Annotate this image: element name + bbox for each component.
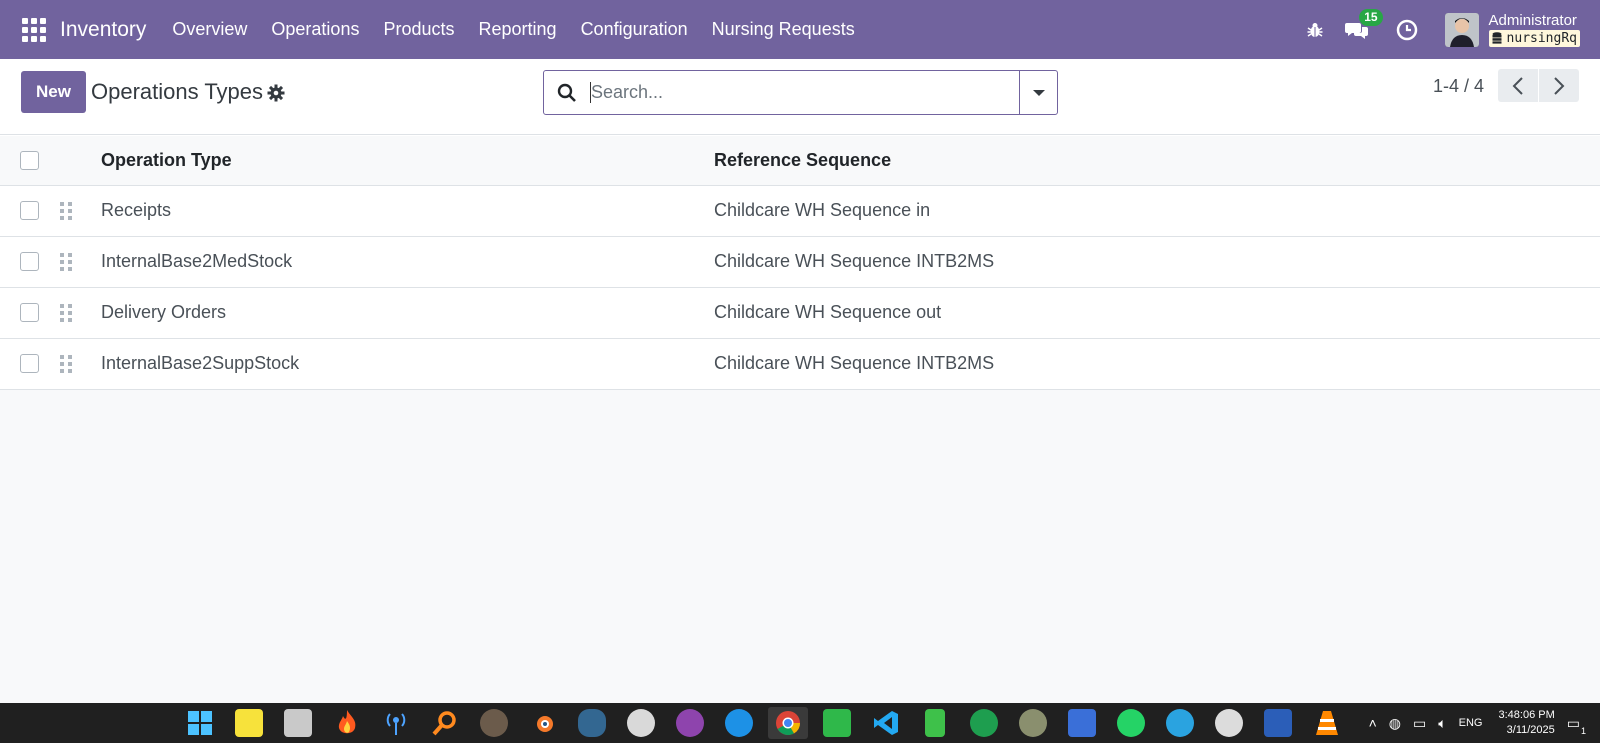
chevron-right-icon — [1554, 76, 1565, 95]
drag-handle-icon[interactable] — [60, 201, 72, 220]
search-options-toggle[interactable] — [1019, 71, 1057, 114]
screen-capture-icon[interactable] — [817, 707, 857, 739]
gear-app-icon[interactable] — [964, 707, 1004, 739]
user-name: Administrator — [1488, 11, 1577, 29]
cell-reference-sequence[interactable]: Childcare WH Sequence out — [714, 287, 1600, 338]
menu-item-products[interactable]: Products — [371, 0, 466, 59]
file-explorer-icon[interactable] — [278, 707, 318, 739]
list-view: Operation Type Reference Sequence Receip… — [0, 136, 1600, 703]
drag-handle-icon[interactable] — [60, 252, 72, 271]
pager-previous-button[interactable] — [1498, 69, 1538, 102]
clock-date: 3/11/2025 — [1506, 724, 1555, 736]
vlc-icon[interactable] — [1307, 707, 1347, 739]
telegram-icon[interactable] — [1160, 707, 1200, 739]
search-icon — [544, 71, 590, 114]
operation-types-table: Operation Type Reference Sequence Receip… — [0, 136, 1600, 390]
github-icon[interactable] — [670, 707, 710, 739]
gimp-icon[interactable] — [474, 707, 514, 739]
search-input[interactable] — [590, 82, 1019, 103]
app-brand[interactable]: Inventory — [60, 18, 146, 42]
chrome-icon[interactable] — [768, 707, 808, 739]
language-indicator[interactable]: ENG — [1459, 717, 1483, 729]
menu-item-operations[interactable]: Operations — [259, 0, 371, 59]
row-checkbox[interactable] — [20, 252, 39, 271]
database-name: nursingRq — [1506, 30, 1577, 46]
column-header-operation-type[interactable]: Operation Type — [101, 136, 714, 185]
notification-icon[interactable]: ▭ 1 — [1567, 715, 1586, 736]
drag-handle-icon[interactable] — [60, 303, 72, 322]
database-icon — [1492, 32, 1502, 44]
table-row[interactable]: Delivery Orders Childcare WH Sequence ou… — [0, 287, 1600, 338]
table-row[interactable]: InternalBase2SuppStock Childcare WH Sequ… — [0, 338, 1600, 389]
page-title: Operations Types — [91, 79, 264, 104]
table-row[interactable]: Receipts Childcare WH Sequence in — [0, 185, 1600, 236]
clock[interactable]: 3:48:06 PM 3/11/2025 — [1499, 708, 1555, 738]
cell-reference-sequence[interactable]: Childcare WH Sequence INTB2MS — [714, 236, 1600, 287]
cell-reference-sequence[interactable]: Childcare WH Sequence INTB2MS — [714, 338, 1600, 389]
system-tray: ˄ ◍ ▭ 🔈︎ ENG 3:48:06 PM 3/11/2025 ▭ 1 — [1369, 703, 1592, 743]
windows-taskbar: ˄ ◍ ▭ 🔈︎ ENG 3:48:06 PM 3/11/2025 ▭ 1 — [0, 703, 1600, 743]
control-panel: New Operations Types 1-4 / 4 — [0, 59, 1600, 135]
taskbar-apps — [180, 707, 1356, 739]
menu-item-overview[interactable]: Overview — [160, 0, 259, 59]
grid-app-icon[interactable] — [1062, 707, 1102, 739]
user-menu[interactable]: Administrator nursingRq — [1488, 11, 1580, 47]
antenna-icon[interactable] — [376, 707, 416, 739]
clock-time: 3:48:06 PM — [1498, 709, 1555, 721]
cell-operation-type[interactable]: InternalBase2MedStock — [101, 236, 714, 287]
row-checkbox[interactable] — [20, 303, 39, 322]
chevron-left-icon — [1512, 76, 1523, 95]
vscode-icon[interactable] — [866, 707, 906, 739]
sticky-notes-icon[interactable] — [229, 707, 269, 739]
flame-icon[interactable] — [327, 707, 367, 739]
blender-icon[interactable] — [523, 707, 563, 739]
windows-start-icon[interactable] — [180, 707, 220, 739]
cell-operation-type[interactable]: InternalBase2SuppStock — [101, 338, 714, 389]
docker-icon[interactable] — [719, 707, 759, 739]
frog-icon[interactable] — [1013, 707, 1053, 739]
cell-operation-type[interactable]: Delivery Orders — [101, 287, 714, 338]
pipe-icon[interactable] — [915, 707, 955, 739]
debug-bug-icon[interactable] — [1303, 18, 1327, 42]
search-bar — [543, 70, 1058, 115]
chevron-up-icon[interactable]: ˄ — [1369, 715, 1377, 731]
magnifier-icon[interactable] — [425, 707, 465, 739]
volume-icon[interactable]: 🔈︎ — [1438, 715, 1446, 732]
cell-reference-sequence[interactable]: Childcare WH Sequence in — [714, 185, 1600, 236]
cell-operation-type[interactable]: Receipts — [101, 185, 714, 236]
postgresql-icon[interactable] — [572, 707, 612, 739]
main-menu: Overview Operations Products Reporting C… — [160, 0, 866, 59]
word-icon[interactable] — [1258, 707, 1298, 739]
top-navbar: Inventory Overview Operations Products R… — [0, 0, 1600, 59]
activity-clock-icon[interactable] — [1395, 18, 1419, 42]
new-button[interactable]: New — [21, 71, 86, 113]
wordpress-icon[interactable] — [1209, 707, 1249, 739]
battery-icon[interactable]: ▭ — [1413, 715, 1426, 732]
caret-down-icon — [1032, 89, 1045, 96]
messages-count-badge: 15 — [1359, 8, 1383, 26]
navbar-systray: 15 Administrator nursingRq — [1303, 0, 1580, 59]
select-all-checkbox[interactable] — [20, 150, 39, 170]
network-globe-icon[interactable]: ◍ — [1389, 715, 1401, 732]
gear-icon[interactable] — [267, 84, 285, 102]
search-app-icon[interactable] — [621, 707, 661, 739]
row-checkbox[interactable] — [20, 201, 39, 220]
database-chip: nursingRq — [1488, 29, 1580, 47]
menu-item-reporting[interactable]: Reporting — [467, 0, 569, 59]
table-row[interactable]: InternalBase2MedStock Childcare WH Seque… — [0, 236, 1600, 287]
messages-icon[interactable]: 15 — [1344, 8, 1383, 42]
whatsapp-icon[interactable] — [1111, 707, 1151, 739]
notification-count: 1 — [1580, 725, 1586, 736]
user-avatar[interactable] — [1444, 12, 1479, 47]
drag-handle-icon[interactable] — [60, 354, 72, 373]
table-header-row: Operation Type Reference Sequence — [0, 136, 1600, 185]
menu-item-nursing-requests[interactable]: Nursing Requests — [700, 0, 867, 59]
row-checkbox[interactable] — [20, 354, 39, 373]
column-header-reference-sequence[interactable]: Reference Sequence — [714, 136, 1600, 185]
pager-next-button[interactable] — [1539, 69, 1579, 102]
menu-item-configuration[interactable]: Configuration — [569, 0, 700, 59]
pager-value[interactable]: 1-4 / 4 — [1433, 76, 1484, 97]
app-menu-icon[interactable] — [22, 17, 46, 42]
